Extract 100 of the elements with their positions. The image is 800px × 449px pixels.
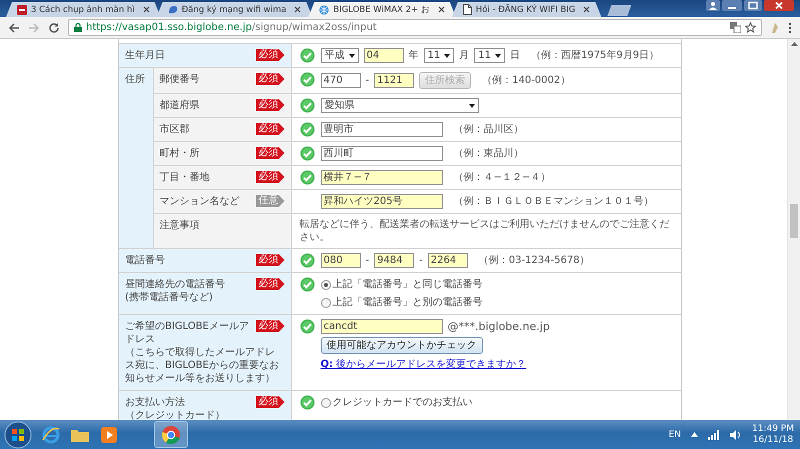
field-note: (携帯電話番号など)	[125, 291, 214, 304]
required-badge: 必須	[256, 171, 284, 183]
optional-badge: 任意	[256, 195, 284, 207]
language-indicator[interactable]: EN	[668, 430, 681, 440]
example-hint: （例：４−１２−４）	[454, 171, 550, 184]
clock-date: 16/11/18	[752, 434, 794, 446]
maximize-icon[interactable]	[744, 0, 762, 11]
browser-icon[interactable]	[42, 426, 60, 444]
translate-icon[interactable]	[730, 22, 741, 33]
separator: -	[366, 254, 370, 267]
required-badge: 必須	[256, 99, 284, 111]
field-label: 町村・所	[160, 148, 200, 159]
required-badge: 必須	[256, 147, 284, 159]
example-hint: （例：140-0002）	[482, 74, 570, 87]
menu-icon[interactable]	[788, 22, 792, 34]
required-badge: 必須	[256, 320, 284, 332]
field-label: 住所	[125, 74, 145, 85]
check-button[interactable]: 使用可能なアカウントかチェック	[320, 337, 482, 354]
speaker-icon[interactable]	[730, 430, 742, 440]
close-icon[interactable]	[764, 0, 794, 11]
field-label: 都道府県	[160, 100, 200, 111]
clock-time: 11:49 PM	[752, 424, 794, 434]
required-badge: 必須	[256, 123, 284, 135]
dropdown[interactable]: 11	[474, 48, 505, 63]
field-label: 郵便番号	[160, 74, 200, 85]
required-badge: 必須	[256, 73, 284, 85]
address-bar[interactable]: https://vasap01.sso.biglobe.ne.jp/signup/wimax2oss/input	[68, 19, 762, 36]
unit-label: 月	[459, 49, 470, 62]
star-icon[interactable]	[745, 22, 756, 33]
example-hint: （例：03-1234-5678）	[478, 254, 590, 267]
text-field[interactable]: 1121	[374, 73, 414, 88]
field-label: 昼間連絡先の電話番号	[125, 279, 225, 290]
taskbar-button[interactable]	[154, 421, 188, 448]
caret-icon	[494, 54, 501, 58]
text-field[interactable]: 横井７−７	[320, 170, 442, 185]
scroll-up-icon[interactable]	[790, 42, 798, 46]
text-field[interactable]: 西川町	[320, 146, 442, 161]
field-label: 市区郡	[160, 124, 190, 135]
browser-tab[interactable]: Đăng ký mạng wifi wima	[156, 2, 312, 17]
browser-tab[interactable]: 3 Cách chụp ảnh màn hì	[6, 2, 161, 17]
caret-icon	[444, 54, 450, 58]
help-link[interactable]: Q: 後からメールアドレスを変更できますか？	[320, 358, 526, 371]
new-tab-button[interactable]	[607, 5, 632, 16]
caret-icon	[348, 54, 354, 58]
field-label: 丁目・番地	[160, 172, 210, 183]
field-label: 生年月日	[125, 50, 165, 61]
globe-icon	[319, 4, 330, 14]
text-field[interactable]: 昇和ハイツ205号	[320, 194, 442, 209]
example-hint: （例：ＢＩＧＬＯＢＥマンション１０１号）	[454, 195, 654, 208]
dropdown[interactable]: 愛知県	[320, 98, 478, 113]
media-player-icon[interactable]	[100, 426, 118, 444]
close-icon[interactable]	[583, 6, 590, 13]
user-icon[interactable]	[706, 0, 720, 11]
back-icon[interactable]	[8, 22, 20, 34]
field-note: （こちらで取得したメールアドレス宛に、BIGLOBEからの重要なお知らせメール等をお送りします）	[125, 346, 280, 385]
browser-tab[interactable]: Hỏi - ĐĂNG KÝ WIFI BIG	[452, 2, 602, 17]
dropdown[interactable]: 平成	[320, 48, 358, 63]
example-hint: （例：西暦1975年9月9日）	[530, 49, 660, 62]
text-field[interactable]: 470	[320, 73, 360, 88]
radio-label: 上記「電話番号」と別の電話番号	[332, 296, 482, 309]
unit-label: 年	[408, 49, 418, 62]
logo-icon	[168, 4, 178, 14]
square-icon	[17, 4, 27, 14]
radio-label: 上記「電話番号」と同じ電話番号	[332, 278, 482, 291]
unit-label: 日	[510, 49, 520, 62]
text-field[interactable]: 豊明市	[320, 122, 442, 137]
document-icon	[462, 4, 472, 15]
field-label: 注意事項	[160, 220, 200, 231]
browser-icon	[161, 424, 181, 444]
close-icon[interactable]	[294, 6, 302, 13]
reload-icon[interactable]	[48, 22, 60, 34]
text-field[interactable]: cancdt	[320, 319, 442, 334]
required-badge: 必須	[256, 278, 284, 290]
close-icon[interactable]	[142, 6, 150, 13]
required-badge: 必須	[256, 254, 284, 266]
text-field[interactable]: 2264	[428, 253, 468, 268]
tray-arrow-icon[interactable]	[691, 432, 698, 437]
text-field[interactable]: 04	[364, 48, 404, 63]
dropdown[interactable]: 11	[424, 48, 454, 63]
domain-suffix: @***.biglobe.ne.jp	[448, 320, 550, 333]
field-label: 電話番号	[125, 255, 165, 266]
close-icon[interactable]	[438, 6, 445, 13]
field-label: お支払い方法	[125, 397, 185, 408]
radio-button[interactable]	[320, 280, 330, 290]
example-hint: （例：東品川）	[454, 147, 524, 160]
browser-tab[interactable]: BIGLOBE WiMAX 2+ お	[308, 2, 456, 17]
field-label: ご希望のBIGLOBEメールアドレス	[125, 321, 249, 345]
text-field[interactable]: 9484	[374, 253, 414, 268]
minimize-icon[interactable]	[722, 0, 742, 11]
field-label: マンション名など	[160, 196, 240, 207]
required-badge: 必須	[256, 49, 284, 61]
radio-button[interactable]	[320, 298, 330, 308]
required-badge: 必須	[256, 396, 284, 408]
text-field[interactable]: 080	[320, 253, 360, 268]
lock-icon	[74, 23, 82, 32]
signal-icon[interactable]	[708, 430, 720, 440]
scrollbar-thumb[interactable]	[790, 204, 798, 238]
start-button[interactable]	[4, 420, 32, 448]
radio-button[interactable]	[320, 398, 330, 408]
field-note: （クレジットカード）	[125, 409, 226, 422]
